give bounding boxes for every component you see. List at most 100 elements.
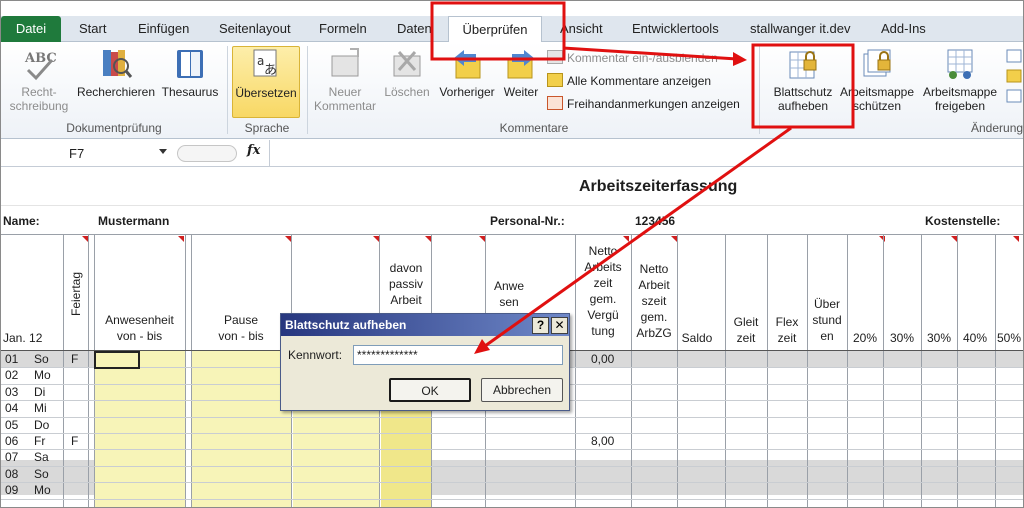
day-number: 05	[5, 417, 19, 432]
tab-review[interactable]: Überprüfen	[448, 16, 542, 43]
flexitime-header: Gleit zeit	[733, 315, 759, 345]
grid-col	[677, 234, 678, 507]
thesaurus-button[interactable]: Thesaurus	[159, 46, 221, 99]
day-number: 02	[5, 368, 19, 383]
tab-view[interactable]: Ansicht	[560, 16, 603, 42]
svg-text:あ: あ	[264, 63, 277, 78]
saldo-header: Saldo	[681, 331, 713, 345]
holiday-header: Feiertag	[69, 271, 83, 317]
holiday-flag: F	[71, 434, 79, 448]
password-field[interactable]: *************	[353, 345, 563, 365]
research-label: Recherchieren	[76, 85, 156, 99]
previous-comment-button[interactable]: Vorheriger	[434, 46, 500, 99]
sheet-title: Arbeitszeiterfassung	[579, 178, 738, 195]
excel-window: Datei Start Einfügen Seitenlayout Formel…	[0, 0, 1024, 508]
ribbon-tab-bar: Datei Start Einfügen Seitenlayout Formel…	[1, 16, 1023, 43]
tab-start[interactable]: Start	[79, 16, 106, 42]
tab-file[interactable]: Datei	[1, 16, 61, 42]
group-changes-label: Änderungen	[971, 121, 1024, 135]
grid-col	[88, 234, 89, 507]
spelling-button[interactable]: ABC Recht- schreibung	[7, 46, 71, 113]
password-label-text: Kennwort:	[288, 348, 343, 362]
comments-icon	[547, 73, 563, 87]
day-number: 03	[5, 384, 19, 399]
grid-col	[767, 234, 768, 507]
group-separator	[759, 46, 760, 134]
overtime-header: Über stund en	[812, 297, 842, 343]
track-changes-button[interactable]	[1004, 46, 1023, 106]
next-comment-button[interactable]: Weiter	[501, 46, 541, 99]
unprotect-sheet-dialog: Blattschutz aufheben ? ✕ Kennwort: *****…	[280, 313, 570, 411]
personal-number-label: Personal-Nr.:	[490, 214, 565, 228]
unprotect-sheet-icon	[789, 51, 817, 79]
grid-col	[921, 234, 922, 507]
row-line	[1, 498, 1023, 500]
net-hours: 0,00	[591, 352, 615, 366]
share-workbook-button[interactable]: Arbeitsmappe freigeben	[919, 46, 1001, 113]
tab-custom[interactable]: stallwanger it.dev	[750, 16, 850, 42]
show-all-comments-button[interactable]: Alle Kommentare anzeigen	[547, 71, 711, 91]
formula-toggle-handle[interactable]	[177, 145, 237, 162]
weekday: So	[34, 466, 49, 481]
name-box-dropdown-icon[interactable]	[159, 149, 167, 154]
grid-col	[631, 234, 632, 507]
row-line	[1, 482, 1023, 484]
research-button[interactable]: Recherchieren	[75, 46, 157, 99]
comment-toggle-icon	[547, 50, 563, 64]
grid-col	[995, 234, 996, 507]
insert-function-icon[interactable]: fx	[247, 143, 260, 158]
research-icon	[103, 50, 133, 78]
comment-indicator	[879, 236, 885, 242]
grid-col	[185, 234, 186, 507]
header-top-line	[1, 234, 1023, 235]
day-number: 04	[5, 401, 19, 416]
pct50-header: 50%	[997, 331, 1022, 345]
show-all-comments-label: Alle Kommentare anzeigen	[567, 74, 712, 88]
share-workbook-label: Arbeitsmappe freigeben	[922, 85, 998, 113]
weekday: Mi	[34, 401, 47, 416]
day-number: 08	[5, 466, 19, 481]
name-label: Name:	[3, 214, 40, 228]
name-box[interactable]: F7	[7, 143, 177, 164]
row-line	[1, 449, 1023, 451]
comment-indicator	[1013, 236, 1019, 242]
close-icon[interactable]: ✕	[551, 317, 568, 334]
weekday: Sa	[34, 450, 49, 465]
ok-button[interactable]: OK	[389, 378, 471, 402]
group-separator	[307, 46, 308, 134]
thesaurus-label: Thesaurus	[161, 85, 219, 99]
selected-cell[interactable]	[94, 351, 140, 369]
tab-formulas[interactable]: Formeln	[319, 16, 367, 42]
pct40-header: 40%	[962, 331, 988, 345]
weekday: Mo	[34, 368, 51, 383]
protect-workbook-button[interactable]: Arbeitsmappe schützen	[839, 46, 915, 113]
tab-data[interactable]: Daten	[397, 16, 432, 42]
translate-button[interactable]: a あ Übersetzen	[232, 46, 300, 118]
cancel-button[interactable]: Abbrechen	[481, 378, 563, 402]
month-header: Jan. 12	[3, 331, 43, 345]
help-icon[interactable]: ?	[532, 317, 549, 334]
show-ink-button[interactable]: Freihandanmerkungen anzeigen	[547, 94, 740, 114]
tab-page-layout[interactable]: Seitenlayout	[219, 16, 291, 42]
toggle-comment-button[interactable]: Kommentar ein-/ausblenden	[547, 48, 718, 68]
unprotect-sheet-button[interactable]: Blattschutz aufheben	[763, 46, 843, 113]
new-comment-button[interactable]: Neuer Kommentar	[312, 46, 378, 113]
presence-cells[interactable]	[94, 351, 185, 507]
toggle-comment-label: Kommentar ein-/ausblenden	[567, 51, 718, 65]
tab-insert[interactable]: Einfügen	[138, 16, 189, 42]
weekday: Fr	[34, 434, 46, 448]
tab-addins[interactable]: Add-Ins	[881, 16, 926, 42]
pause-cells[interactable]	[191, 351, 291, 507]
new-comment-label: Neuer Kommentar	[313, 85, 377, 113]
tab-developer[interactable]: Entwicklertools	[632, 16, 719, 42]
pct30b-header: 30%	[926, 331, 952, 345]
grid-col	[807, 234, 808, 507]
delete-comment-button[interactable]: Löschen	[381, 46, 433, 99]
day-number: 01	[5, 352, 19, 366]
grid-col	[575, 234, 576, 507]
formula-input[interactable]	[271, 143, 1021, 164]
delete-comment-icon	[393, 51, 421, 77]
row-line	[1, 205, 1023, 206]
grid-col	[94, 234, 95, 507]
new-comment-icon	[331, 48, 359, 77]
